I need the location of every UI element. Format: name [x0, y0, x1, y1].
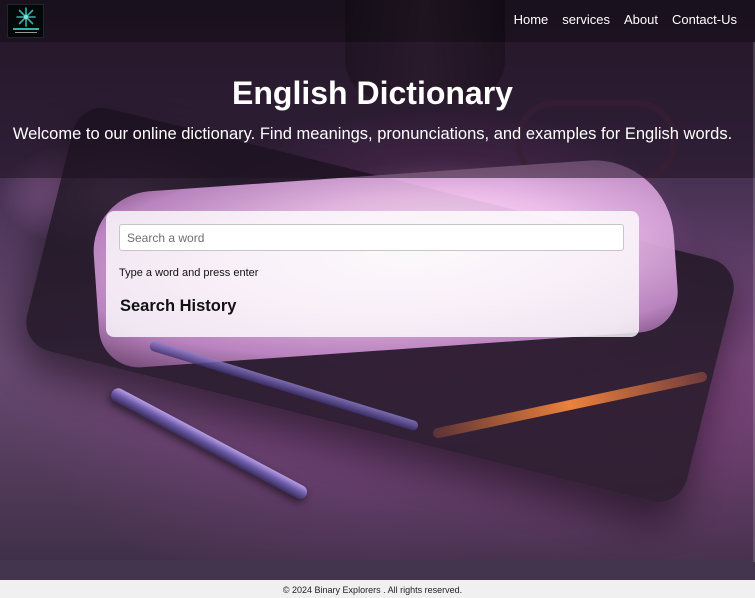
background-bottom-strip: [0, 560, 755, 580]
navbar: Home services About Contact-Us: [0, 0, 755, 42]
search-input[interactable]: [119, 224, 624, 251]
nav-link-services[interactable]: services: [562, 12, 610, 27]
logo-burst-icon: [15, 7, 36, 27]
footer: © 2024 Binary Explorers . All rights res…: [0, 580, 755, 598]
logo-tagline-bar: [14, 32, 37, 33]
nav-link-contact-us[interactable]: Contact-Us: [672, 12, 737, 27]
hero-banner: English Dictionary Welcome to our online…: [0, 42, 755, 178]
binary-explorers-logo-icon[interactable]: [7, 4, 44, 38]
footer-copyright: © 2024 Binary Explorers . All rights res…: [282, 585, 463, 595]
page: Home services About Contact-Us English D…: [0, 0, 755, 598]
page-subtitle: Welcome to our online dictionary. Find m…: [12, 125, 733, 143]
search-card: Type a word and press enter Search Histo…: [106, 211, 639, 337]
nav-link-home[interactable]: Home: [514, 12, 549, 27]
search-hint: Type a word and press enter: [119, 267, 259, 279]
logo-wordmark-bar: [12, 28, 39, 30]
search-history-title: Search History: [120, 297, 237, 315]
nav-links: Home services About Contact-Us: [514, 0, 737, 38]
page-title: English Dictionary: [232, 75, 513, 111]
nav-link-about[interactable]: About: [624, 12, 658, 27]
